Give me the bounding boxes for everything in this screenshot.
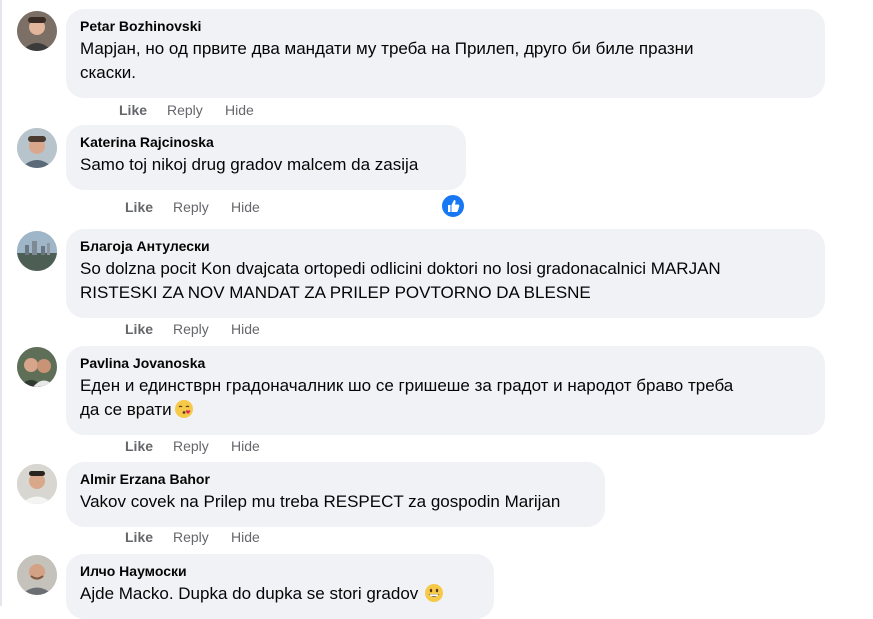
comment-line: So dolzna pocit Kon dvajcata ortopedi od… (80, 259, 721, 278)
kissing-face-emoji-icon (174, 399, 194, 419)
comment-text: Еден и единстврн градоначалник шо се гри… (80, 374, 811, 422)
hide-button[interactable]: Hide (231, 438, 260, 455)
like-button[interactable]: Like (125, 199, 153, 216)
like-button[interactable]: Like (125, 321, 153, 338)
comment-bubble: Petar Bozhinovski Марјан, но од првите д… (66, 9, 825, 98)
avatar[interactable] (17, 347, 57, 387)
hide-button[interactable]: Hide (225, 102, 254, 119)
like-button[interactable]: Like (125, 529, 153, 546)
comment-bubble: Благоја Антулески So dolzna pocit Kon dv… (66, 229, 825, 318)
reply-button[interactable]: Reply (173, 321, 209, 338)
comment-line: RISTESKI ZA NOV MANDAT ZA PRILEP POVTORN… (80, 283, 591, 302)
avatar[interactable] (17, 11, 57, 51)
avatar[interactable] (17, 128, 57, 168)
comment-author[interactable]: Илчо Наумоски (80, 563, 480, 580)
hide-button[interactable]: Hide (231, 529, 260, 546)
hide-button[interactable]: Hide (231, 199, 260, 216)
comment-text: So dolzna pocit Kon dvajcata ortopedi od… (80, 257, 811, 305)
comment-author[interactable]: Katerina Rajcinoska (80, 134, 452, 151)
comment-text: Vakov covek na Prilep mu treba RESPECT z… (80, 490, 591, 514)
comment-author[interactable]: Petar Bozhinovski (80, 18, 811, 35)
comment-text: Ajde Macko. Dupka do dupka se stori grad… (80, 582, 480, 606)
comment-text: Samo toj nikoj drug gradov malcem da zas… (80, 153, 452, 177)
comment-bubble: Илчо Наумоски Ajde Macko. Dupka do dupka… (66, 554, 494, 619)
like-button[interactable]: Like (125, 438, 153, 455)
comment-line: Ajde Macko. Dupka do dupka se stori grad… (80, 582, 480, 606)
comment-bubble: Katerina Rajcinoska Samo toj nikoj drug … (66, 125, 466, 190)
grinning-face-emoji-icon (424, 583, 444, 603)
comment-line: Марјан, но од првите два мандати му треб… (80, 39, 694, 58)
comment-author[interactable]: Almir Erzana Bahor (80, 471, 591, 488)
comment-author[interactable]: Pavlina Jovanoska (80, 355, 811, 372)
thread-rule (0, 0, 2, 606)
comment-author[interactable]: Благоја Антулески (80, 238, 811, 255)
reply-button[interactable]: Reply (173, 199, 209, 216)
like-reaction-icon[interactable] (440, 193, 466, 219)
comment-text: Марјан, но од првите два мандати му треб… (80, 37, 811, 85)
comment-line-text: да се врати (80, 400, 172, 419)
comment-line: да се врати (80, 398, 811, 422)
avatar[interactable] (17, 464, 57, 504)
comment-line: Samo toj nikoj drug gradov malcem da zas… (80, 155, 419, 174)
comment-bubble: Almir Erzana Bahor Vakov covek na Prilep… (66, 462, 605, 527)
comment-line: Еден и единстврн градоначалник шо се гри… (80, 376, 734, 395)
reply-button[interactable]: Reply (167, 102, 203, 119)
avatar[interactable] (17, 555, 57, 595)
reply-button[interactable]: Reply (173, 438, 209, 455)
hide-button[interactable]: Hide (231, 321, 260, 338)
comment-bubble: Pavlina Jovanoska Еден и единстврн градо… (66, 346, 825, 435)
like-button[interactable]: Like (119, 102, 147, 119)
comment-line: скаски. (80, 63, 136, 82)
comment-line-text: Ajde Macko. Dupka do dupka se stori grad… (80, 584, 419, 603)
avatar[interactable] (17, 231, 57, 271)
comment-line: Vakov covek na Prilep mu treba RESPECT z… (80, 492, 561, 511)
reply-button[interactable]: Reply (173, 529, 209, 546)
